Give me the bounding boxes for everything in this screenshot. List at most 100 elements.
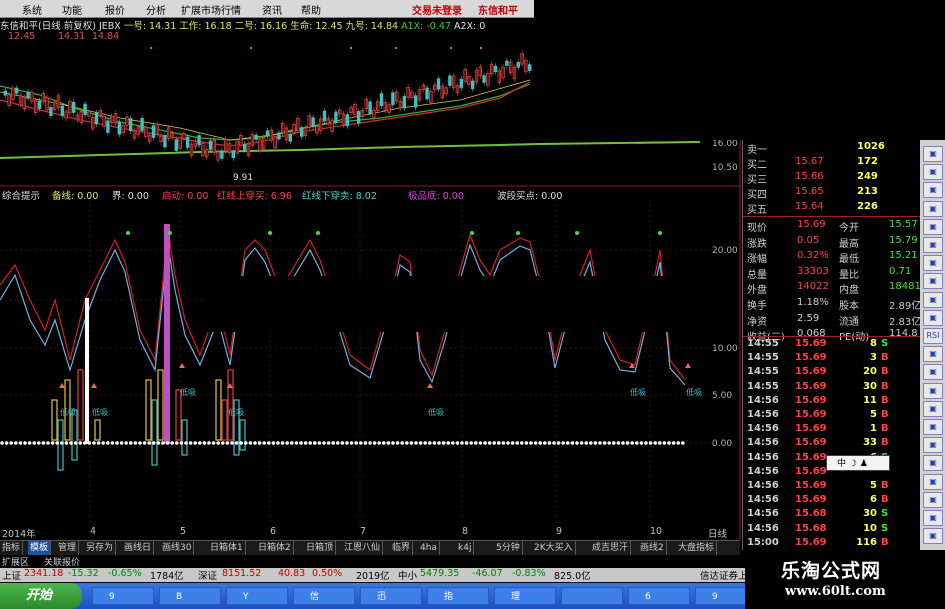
toolbar-button[interactable]: ▣ bbox=[923, 528, 943, 545]
indicator-tab[interactable]: 大盘指标 bbox=[676, 541, 718, 555]
taskbar-window-button[interactable]: 信 bbox=[293, 587, 355, 605]
sz-label[interactable]: 深证 bbox=[198, 568, 217, 582]
signal-dot bbox=[268, 231, 272, 235]
indicator-tab[interactable]: 日箱顶 bbox=[304, 541, 337, 555]
baseline-dot bbox=[46, 441, 50, 445]
start-button[interactable]: 开始 bbox=[0, 583, 82, 609]
baseline-dot bbox=[244, 441, 248, 445]
tick-cell: 14:56 bbox=[747, 480, 779, 491]
toolbar-button[interactable]: ▣ bbox=[923, 164, 943, 181]
toolbar-button[interactable]: ▣ bbox=[923, 419, 943, 435]
bid-row[interactable]: 买二 15.67 172 bbox=[743, 155, 921, 171]
toolbar-button[interactable]: ▣ bbox=[923, 437, 943, 454]
tab-extension-area[interactable]: 扩展区 bbox=[2, 555, 29, 568]
tick-row: 14:56 15.69 5 B bbox=[743, 409, 921, 423]
indicator-tab[interactable]: 江恩八仙 bbox=[342, 541, 384, 555]
indicator-tab[interactable]: 2K大买入 bbox=[532, 541, 576, 555]
toolbar-button[interactable]: ▣ bbox=[923, 491, 943, 508]
taskbar-window-button[interactable]: Y bbox=[226, 587, 288, 605]
stat-row: 外盘 14022 内盘 18481 bbox=[743, 280, 921, 296]
baseline-dot bbox=[23, 441, 27, 445]
baseline-dot bbox=[175, 441, 179, 445]
period-label[interactable]: 日线 bbox=[708, 526, 727, 540]
tick-row: 14:56 15.69 33 B bbox=[743, 437, 921, 451]
price-marker bbox=[150, 47, 152, 49]
white-volume-bar bbox=[85, 298, 89, 444]
indicator-tab[interactable]: 画线30 bbox=[160, 541, 195, 555]
stat-cell: 2.59 bbox=[797, 312, 820, 324]
baseline-dot bbox=[612, 441, 616, 445]
taskbar-window-button[interactable]: 6 bbox=[628, 587, 690, 605]
toolbar-button[interactable]: ▣ bbox=[923, 146, 943, 162]
baseline-dot bbox=[391, 441, 395, 445]
bid-row[interactable]: 买三 15.66 249 bbox=[743, 170, 921, 186]
indicator-tab[interactable]: 日箱体1 bbox=[208, 541, 246, 555]
baseline-dot bbox=[566, 441, 570, 445]
baseline-dot bbox=[83, 441, 87, 445]
toolbar-button[interactable]: ▣ bbox=[923, 364, 943, 381]
toolbar-button[interactable]: ▣ bbox=[923, 309, 943, 326]
toolbar-button[interactable]: RSI bbox=[923, 328, 943, 344]
baseline-dot bbox=[506, 441, 510, 445]
bid-row[interactable]: 卖一 1026 bbox=[743, 140, 921, 156]
baseline-dot bbox=[520, 441, 524, 445]
indicator-tab[interactable]: 成吉思汗 bbox=[590, 541, 632, 555]
taskbar-window-button[interactable]: 9 bbox=[92, 587, 154, 605]
baseline-dot bbox=[676, 441, 680, 445]
up-arrow-icon bbox=[59, 383, 65, 388]
taskbar-window-button[interactable]: 迅 bbox=[360, 587, 422, 605]
tick-cell: 15.69 bbox=[795, 394, 827, 406]
toolbar-button[interactable]: ▣ bbox=[923, 346, 943, 363]
indicator-tab[interactable]: 日箱体2 bbox=[256, 541, 294, 555]
baseline-dot bbox=[303, 441, 308, 445]
baseline-dot bbox=[216, 441, 220, 445]
toolbar-button[interactable]: ▣ bbox=[923, 473, 943, 490]
tab-related-quote[interactable]: 关联报价 bbox=[44, 555, 80, 568]
baseline-dot bbox=[340, 441, 345, 445]
toolbar-button[interactable]: ▣ bbox=[923, 182, 943, 199]
baseline-dot bbox=[501, 441, 506, 445]
bid-row[interactable]: 买四 15.65 213 bbox=[743, 185, 921, 201]
baseline-dot bbox=[60, 441, 64, 445]
tick-cell: 14:56 bbox=[747, 494, 779, 506]
indicator-tab[interactable]: k4j bbox=[456, 541, 475, 555]
tick-cell: 30 bbox=[863, 380, 877, 392]
bid-row[interactable]: 买五 15.64 226 bbox=[743, 200, 921, 216]
x-label: 8 bbox=[462, 526, 469, 537]
indicator-tab[interactable]: 画线2 bbox=[638, 541, 667, 555]
indicator-tab[interactable]: 临界 bbox=[390, 541, 414, 555]
baseline-dot bbox=[331, 441, 336, 445]
taskbar-window-button[interactable]: 指 bbox=[427, 587, 489, 605]
toolbar-button[interactable]: ▣ bbox=[923, 510, 943, 526]
baseline-dot bbox=[234, 441, 239, 445]
tick-cell: S bbox=[881, 522, 889, 534]
indicator-tab[interactable]: 指标 bbox=[0, 541, 24, 555]
toolbar-button[interactable]: ▣ bbox=[923, 200, 943, 217]
tick-cell: B bbox=[881, 352, 889, 364]
toolbar-button[interactable]: ▣ bbox=[923, 455, 943, 472]
indicator-tab[interactable]: 画线日 bbox=[122, 541, 155, 555]
indicator-tab[interactable]: 4ha bbox=[418, 541, 440, 555]
toolbar-button[interactable]: ▣ bbox=[923, 400, 943, 417]
baseline-dot bbox=[616, 441, 621, 445]
taskbar-window-button[interactable]: B bbox=[159, 587, 221, 605]
toolbar-button[interactable]: ▣ bbox=[923, 237, 943, 253]
indicator-tab[interactable]: 另存为 bbox=[84, 541, 117, 555]
toolbar-button[interactable]: ▣ bbox=[923, 382, 943, 399]
input-method-popup[interactable]: 中 ☽ ♟ bbox=[826, 455, 890, 471]
toolbar-button[interactable]: ▣ bbox=[923, 273, 943, 290]
toolbar-button[interactable]: ▣ bbox=[923, 218, 943, 235]
toolbar-button[interactable]: ▣ bbox=[923, 291, 943, 308]
indicator-tab[interactable]: 管理 bbox=[56, 541, 80, 555]
toolbar-button[interactable]: ▣ bbox=[923, 255, 943, 272]
baseline-dot bbox=[253, 441, 257, 445]
indicator-tab[interactable]: 模板 bbox=[28, 541, 52, 555]
zx-label[interactable]: 中小 bbox=[398, 568, 417, 582]
taskbar-window-button[interactable] bbox=[561, 587, 623, 605]
sh-label[interactable]: 上证 bbox=[2, 568, 21, 582]
indicator-tab[interactable]: 5分钟 bbox=[494, 541, 523, 555]
baseline-dot bbox=[119, 441, 124, 445]
signal-label: 低吸 bbox=[180, 387, 196, 397]
tick-cell: B bbox=[881, 394, 889, 406]
taskbar-window-button[interactable]: 理 bbox=[494, 587, 556, 605]
